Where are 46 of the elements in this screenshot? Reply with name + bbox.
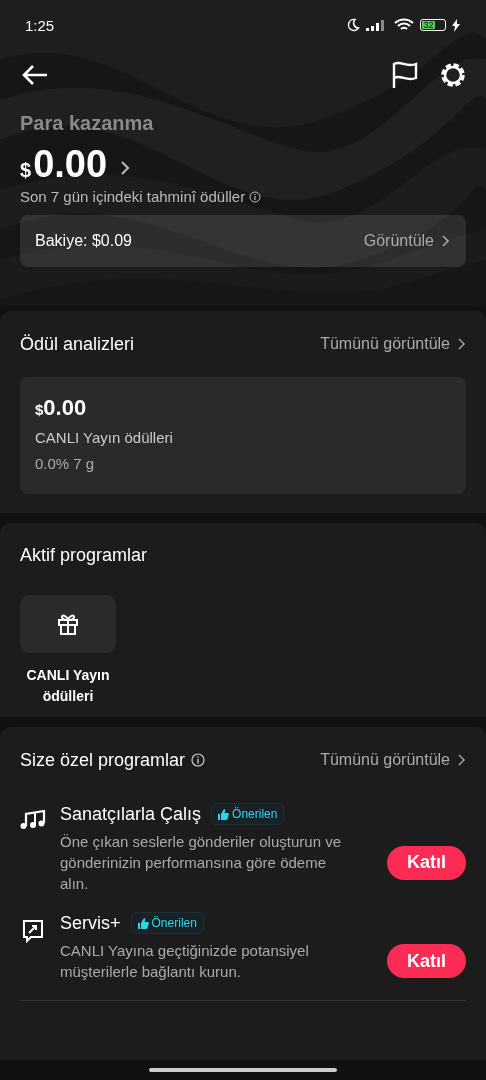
badge-label: Önerilen [232, 807, 278, 821]
reward-stats: 0.0% 7 g [35, 455, 96, 472]
chevron-right-icon[interactable] [119, 159, 132, 177]
page-title: Para kazanma [20, 112, 155, 135]
wifi-icon [394, 18, 414, 32]
program-title: Servis+ [60, 912, 121, 934]
battery-icon: 32 [420, 19, 446, 31]
thumbs-up-icon [218, 808, 230, 820]
balance-card[interactable]: Bakiye: $0.09 Görüntüle [20, 215, 466, 267]
moon-icon [346, 18, 360, 32]
program-label: CANLI Yayın ödülleri [25, 666, 111, 706]
section-title: Ödül analizleri [20, 333, 135, 355]
earnings-caption: Son 7 gün içindeki tahminî ödüller [20, 188, 246, 205]
settings-icon[interactable] [438, 60, 468, 90]
program-tile[interactable] [20, 595, 116, 653]
program-description: CANLI Yayına geçtiğinizde potansiyel müşterilerle bağlantı kurun. [60, 941, 310, 982]
earnings-amount: 0.00 [33, 143, 108, 186]
section-title: Aktif programlar [20, 544, 149, 567]
chevron-right-icon [440, 234, 450, 248]
status-time: 1:25 [25, 16, 55, 34]
chart-bubble-icon [21, 919, 45, 943]
currency-symbol: $ [35, 401, 44, 418]
balance-label: Bakiye: $0.09 [35, 232, 132, 250]
reward-amount: 0.00 [43, 395, 87, 421]
program-description: Öne çıkan seslerle gönderiler oluşturun ve gönderinizin performansına göre ödeme alın. [60, 832, 342, 894]
reward-label: CANLI Yayın ödülleri [35, 429, 174, 446]
view-all-link[interactable]: Tümünü görüntüle [320, 751, 450, 769]
section-title: Size özel programlar [20, 749, 186, 771]
view-all-link[interactable]: Tümünü görüntüle [320, 335, 450, 353]
back-icon[interactable] [21, 63, 49, 87]
flag-icon[interactable] [392, 61, 418, 89]
thumbs-up-icon [137, 917, 149, 929]
music-notes-icon [20, 810, 46, 830]
chevron-right-icon [456, 753, 466, 767]
join-button[interactable]: Katıl [387, 845, 466, 880]
currency-symbol: $ [20, 159, 32, 182]
join-button[interactable]: Katıl [387, 944, 466, 978]
gift-icon [56, 612, 80, 636]
badge-label: Önerilen [151, 916, 197, 930]
chevron-right-icon [456, 337, 466, 351]
reward-card[interactable]: $0.00 CANLI Yayın ödülleri 0.0% 7 g [20, 377, 466, 494]
program-title: Sanatçılarla Çalış [60, 803, 202, 825]
charging-icon [452, 18, 460, 32]
info-icon[interactable] [191, 753, 206, 767]
view-link[interactable]: Görüntüle [363, 232, 434, 250]
info-icon[interactable] [249, 190, 262, 203]
